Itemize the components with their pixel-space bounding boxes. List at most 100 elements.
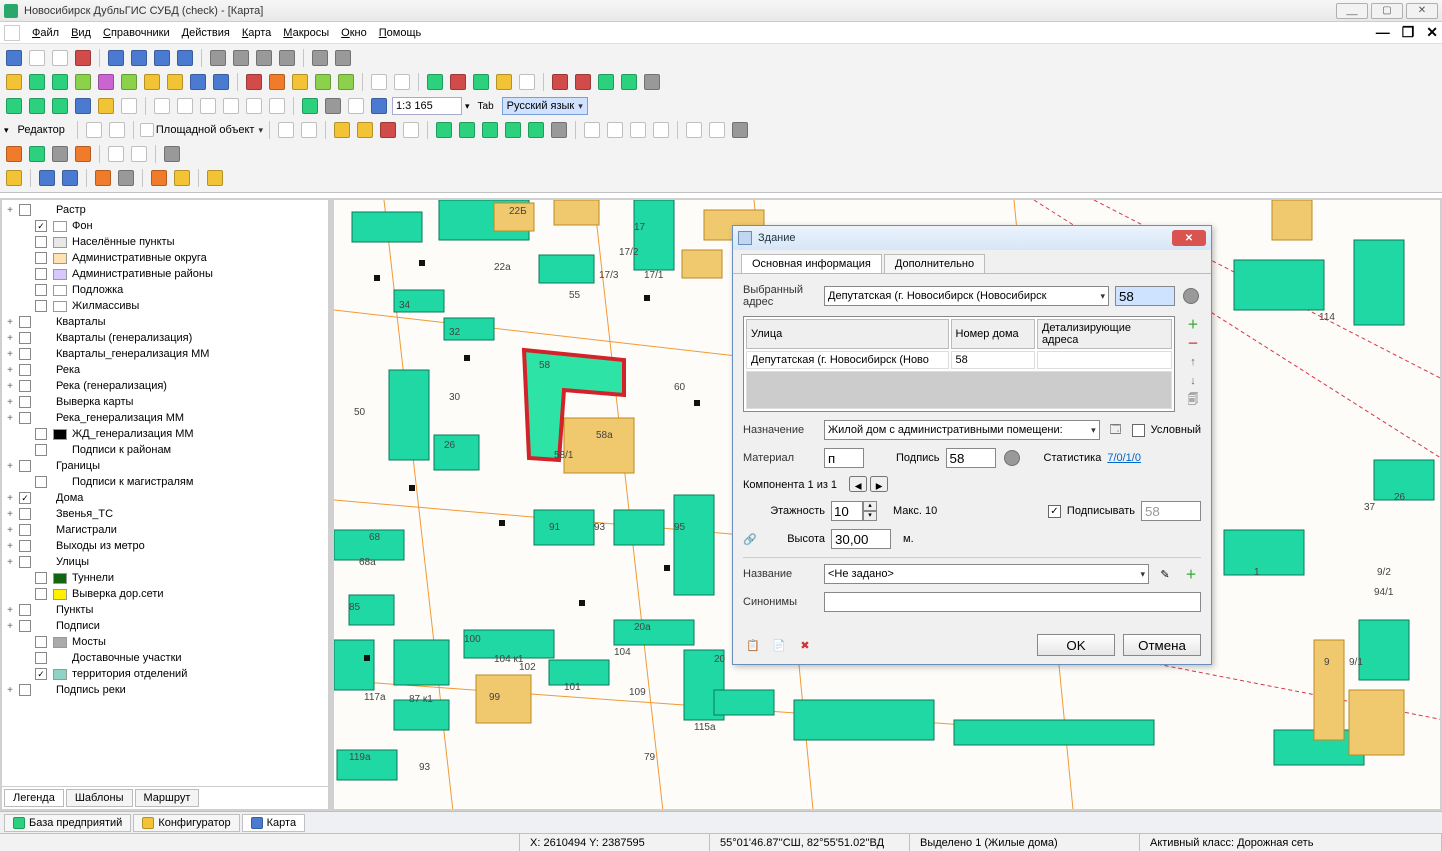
tree-node[interactable]: +Магистрали (4, 522, 326, 538)
tree-node[interactable]: +Звенья_ТС (4, 506, 326, 522)
tree-node[interactable]: +Река (4, 362, 326, 378)
expand-icon[interactable]: + (4, 605, 16, 616)
layer-checkbox[interactable] (35, 236, 47, 248)
caption-extra-icon[interactable] (1002, 448, 1022, 468)
tree-node[interactable]: +Пункты (4, 602, 326, 618)
remove-row-icon[interactable]: － (1185, 335, 1201, 351)
tb4-11[interactable] (480, 120, 500, 140)
expand-icon[interactable]: + (4, 461, 16, 472)
tree-node[interactable]: ЖД_генерализация ММ (4, 426, 326, 442)
layer-checkbox[interactable] (19, 620, 31, 632)
tb4-10[interactable] (457, 120, 477, 140)
tree-node[interactable]: +Улицы (4, 554, 326, 570)
tree-node[interactable]: Подложка (4, 282, 326, 298)
area-object-select[interactable]: Площадной объект (140, 123, 263, 137)
layers4-icon[interactable] (175, 48, 195, 68)
save1-icon[interactable] (208, 48, 228, 68)
tab-additional[interactable]: Дополнительно (884, 254, 985, 273)
tb6-7[interactable] (172, 168, 192, 188)
tree-node[interactable]: Фон (4, 218, 326, 234)
language-select[interactable]: Русский язык (502, 97, 588, 115)
tree-node[interactable]: +Река (генерализация) (4, 378, 326, 394)
tb3-8[interactable] (175, 96, 195, 116)
tb4-19[interactable] (684, 120, 704, 140)
tb5-2[interactable] (27, 144, 47, 164)
component-next-button[interactable]: ▸ (870, 476, 888, 492)
tb2-15[interactable] (336, 72, 356, 92)
tb6-2[interactable] (37, 168, 57, 188)
tb2-19[interactable] (448, 72, 468, 92)
sign-input[interactable] (1141, 501, 1201, 521)
tb3-4[interactable] (73, 96, 93, 116)
scale-input[interactable] (392, 97, 462, 115)
name-edit-icon[interactable]: ✎ (1155, 564, 1175, 584)
save2-icon[interactable] (231, 48, 251, 68)
tree-node[interactable]: Административные районы (4, 266, 326, 282)
tb3-9[interactable] (198, 96, 218, 116)
nav-back-icon[interactable] (300, 96, 320, 116)
tb5-4[interactable] (73, 144, 93, 164)
layer-checkbox[interactable] (35, 268, 47, 280)
tb4-16[interactable] (605, 120, 625, 140)
tree-node[interactable]: +Границы (4, 458, 326, 474)
stats-link[interactable]: 7/0/1/0 (1107, 452, 1141, 464)
name-add-icon[interactable]: ＋ (1181, 564, 1201, 584)
tree-node[interactable]: +Кварталы (генерализация) (4, 330, 326, 346)
tb2-25[interactable] (596, 72, 616, 92)
sign-checkbox[interactable] (1048, 505, 1061, 518)
name-select[interactable]: <Не задано> (824, 564, 1149, 584)
erase-icon[interactable] (50, 48, 70, 68)
expand-icon[interactable]: + (4, 413, 16, 424)
tree-node[interactable]: Подписи к районам (4, 442, 326, 458)
bottom-tab-map[interactable]: Карта (242, 814, 305, 832)
tb4-7[interactable] (378, 120, 398, 140)
tb3-10[interactable] (221, 96, 241, 116)
tb4-15[interactable] (582, 120, 602, 140)
layer-checkbox[interactable] (35, 252, 47, 264)
mdi-restore[interactable]: ❐ (1402, 24, 1415, 41)
tree-node[interactable]: +Дома (4, 490, 326, 506)
tb4-21[interactable] (730, 120, 750, 140)
move-up-icon[interactable]: ↑ (1185, 354, 1201, 370)
tb6-3[interactable] (60, 168, 80, 188)
purpose-edit-icon[interactable]: 🗔 (1106, 420, 1126, 440)
layer-checkbox[interactable] (35, 652, 47, 664)
tb4-14[interactable] (549, 120, 569, 140)
tb2-21[interactable] (494, 72, 514, 92)
tab-templates[interactable]: Шаблоны (66, 789, 133, 807)
minimize-button[interactable]: __ (1336, 3, 1368, 19)
floors-down[interactable]: ▾ (863, 511, 877, 521)
height-input[interactable] (831, 529, 891, 549)
tb3-refresh[interactable] (4, 96, 24, 116)
move-down-icon[interactable]: ↓ (1185, 373, 1201, 389)
tree-node[interactable]: территория отделений (4, 666, 326, 682)
tb2-13[interactable] (290, 72, 310, 92)
tb6-1[interactable] (4, 168, 24, 188)
layer-checkbox[interactable] (35, 476, 47, 488)
layers2-icon[interactable] (129, 48, 149, 68)
layer-checkbox[interactable] (19, 380, 31, 392)
component-prev-button[interactable]: ◂ (849, 476, 867, 492)
tb4-1[interactable] (84, 120, 104, 140)
tb2-17[interactable] (392, 72, 412, 92)
menu-help[interactable]: Помощь (379, 27, 422, 39)
undo-icon[interactable] (310, 48, 330, 68)
dlg-paste-icon[interactable]: 📄 (769, 635, 789, 655)
tb2-12[interactable] (267, 72, 287, 92)
tree-node[interactable]: Административные округа (4, 250, 326, 266)
tb3-15[interactable] (346, 96, 366, 116)
layer-checkbox[interactable] (19, 412, 31, 424)
tb3-2[interactable] (27, 96, 47, 116)
layer-checkbox[interactable] (19, 460, 31, 472)
tb6-4[interactable] (93, 168, 113, 188)
expand-icon[interactable]: + (4, 381, 16, 392)
save4-icon[interactable] (277, 48, 297, 68)
tb3-7[interactable] (152, 96, 172, 116)
layer-checkbox[interactable] (35, 444, 47, 456)
house-number-input[interactable] (1115, 286, 1175, 306)
copy-icon[interactable] (27, 48, 47, 68)
layer-checkbox[interactable] (19, 204, 31, 216)
tb5-6[interactable] (129, 144, 149, 164)
caption-input[interactable] (946, 448, 996, 468)
tb5-print[interactable] (162, 144, 182, 164)
